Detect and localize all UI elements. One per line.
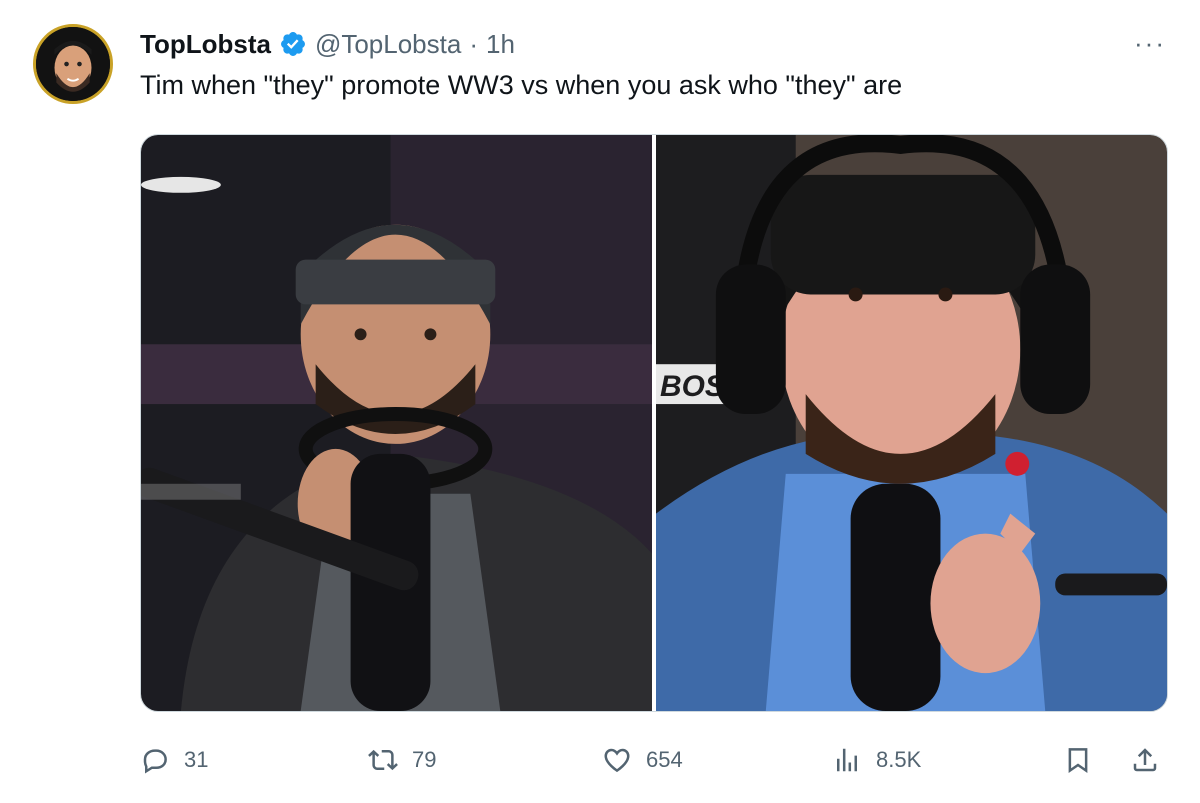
views-chart-icon: [837, 748, 857, 772]
reply-button[interactable]: 31: [140, 740, 208, 780]
tweet-text: Tim when "they" promote WW3 vs when you …: [140, 70, 903, 100]
media-photo-right[interactable]: BOS: [656, 135, 1167, 711]
views-button[interactable]: 8.5K: [832, 740, 921, 780]
verified-badge-icon: [280, 32, 305, 56]
heart-icon: [604, 748, 630, 773]
share-icon: [1133, 748, 1157, 772]
like-button[interactable]: 654: [602, 740, 683, 780]
photo-left-icon: [141, 135, 652, 711]
repost-button[interactable]: 79: [368, 740, 436, 780]
tweet-media[interactable]: BOS: [140, 134, 1168, 712]
repost-count: 79: [412, 747, 437, 772]
author-handle[interactable]: @TopLobsta: [315, 29, 461, 60]
photo-right-icon: BOS: [656, 135, 1167, 711]
separator-dot: ·: [469, 28, 479, 59]
timestamp[interactable]: 1h: [486, 29, 515, 60]
bookmark-icon: [1068, 748, 1088, 774]
views-count: 8.5K: [876, 747, 922, 772]
share-button[interactable]: [1130, 740, 1160, 780]
svg-text:BOS: BOS: [660, 370, 725, 403]
tweet-actions: 31 79 654 8.5K: [140, 740, 1170, 780]
avatar-cartoon-icon: [36, 27, 110, 101]
tweet-card[interactable]: TopLobsta @TopLobsta · 1h ··· Tim when "…: [0, 0, 1200, 803]
like-count: 654: [646, 747, 683, 772]
tweet-header: TopLobsta @TopLobsta · 1h: [140, 26, 515, 62]
reply-icon: [143, 749, 167, 774]
more-options-icon[interactable]: ···: [1134, 30, 1166, 56]
author-name[interactable]: TopLobsta: [140, 29, 271, 60]
reply-count: 31: [184, 747, 209, 772]
avatar[interactable]: [33, 24, 113, 104]
bookmark-button[interactable]: [1063, 740, 1093, 780]
repost-icon: [368, 749, 398, 771]
media-photo-left[interactable]: [141, 135, 652, 711]
